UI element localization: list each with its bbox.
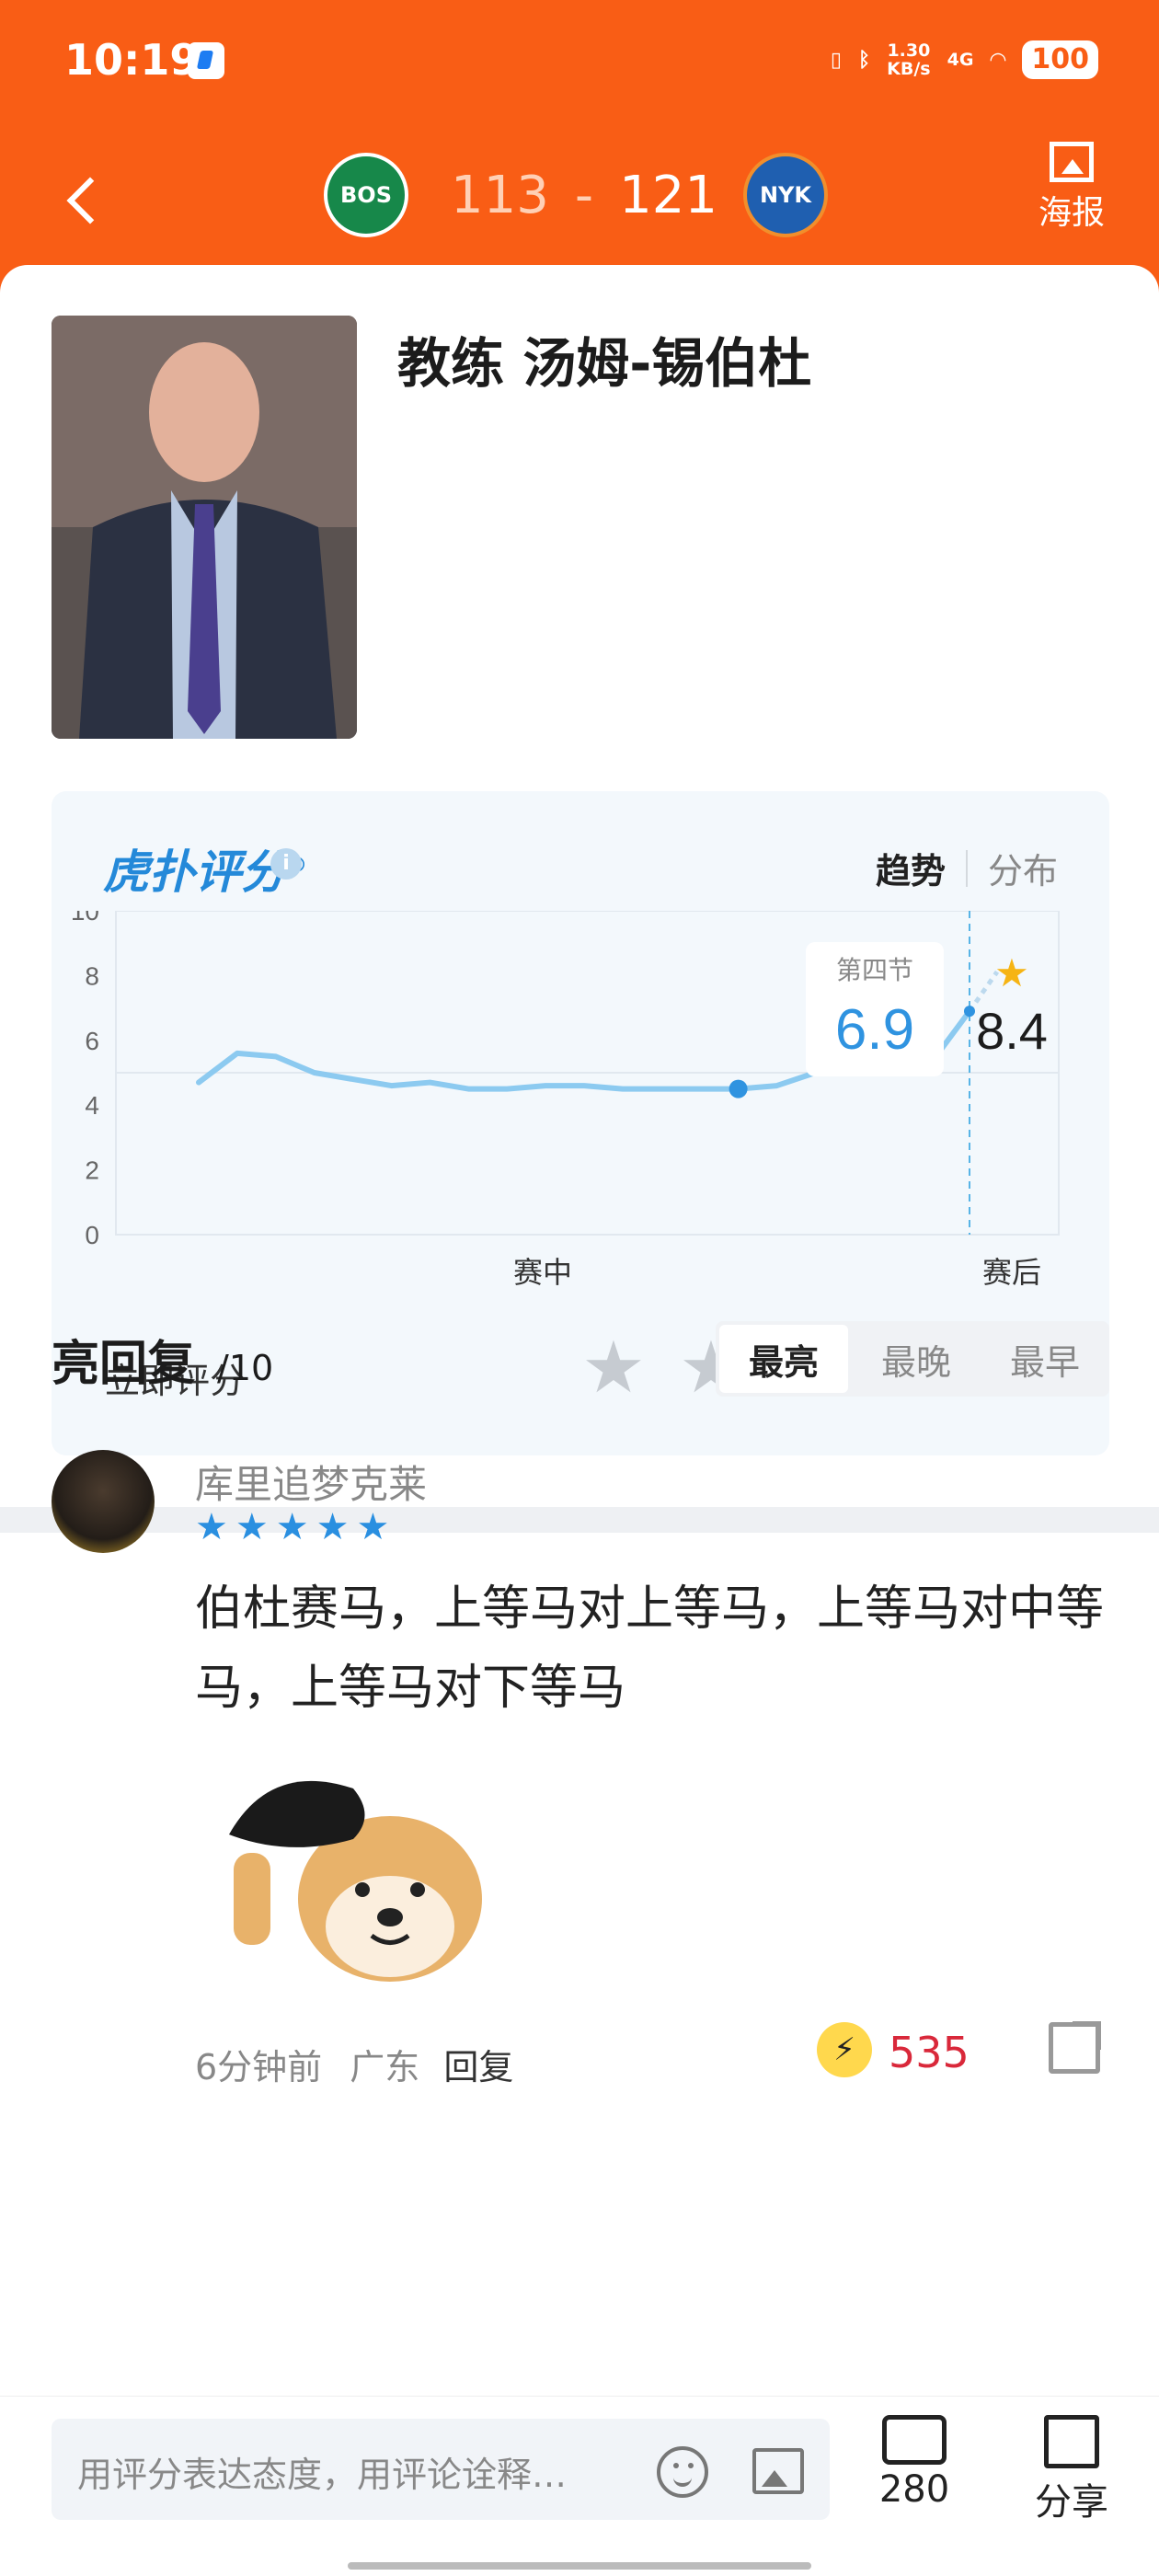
- tooltip-value: 6.9: [835, 998, 914, 1062]
- score-dash: -: [574, 166, 594, 225]
- image-icon[interactable]: [752, 2448, 804, 2494]
- rate-star-1[interactable]: ★: [581, 1332, 646, 1404]
- content-card: 教练 汤姆-锡伯杜 虎扑评分® i 趋势 分布 1086420第四节6.9★8.…: [0, 265, 1159, 2576]
- bluetooth-icon: ᛒ: [857, 48, 871, 72]
- battery-level: 100: [1022, 40, 1098, 79]
- top-bar: 10:19 ▯ ᛒ 1.30 KB/s 4G ◠ 100 BOS 113 - 1…: [0, 0, 1159, 304]
- info-icon[interactable]: i: [270, 848, 302, 880]
- poster-label: 海报: [1038, 194, 1105, 232]
- sort-tab-latest[interactable]: 最晚: [852, 1321, 981, 1397]
- comment-count: 280: [878, 2468, 950, 2511]
- home-indicator: [348, 2562, 811, 2570]
- emoji-icon[interactable]: [657, 2446, 708, 2498]
- coach-photo: [52, 316, 357, 739]
- status-bar: 10:19 ▯ ᛒ 1.30 KB/s 4G ◠ 100: [0, 0, 1159, 120]
- user-star: ★: [275, 1506, 309, 1548]
- sort-tab-brightest[interactable]: 最亮: [719, 1325, 848, 1393]
- home-team-abbr: BOS: [340, 182, 392, 208]
- y-tick-label: 0: [85, 1221, 99, 1249]
- rating-brand-text: 虎扑评分: [103, 845, 287, 899]
- meme-image[interactable]: [215, 1752, 500, 1993]
- y-tick-label: 2: [85, 1156, 99, 1185]
- rating-trend-chart: 10 8 6 4 2 0 第四节 6.9 ★ 8.4 赛中 赛后: [71, 911, 1060, 1290]
- status-icons: ▯ ᛒ 1.30 KB/s 4G ◠ 100: [831, 37, 1098, 83]
- reply-user-stars: ★ ★ ★ ★ ★: [195, 1509, 389, 1546]
- sort-tab-earliest[interactable]: 最早: [981, 1321, 1109, 1397]
- replies-title: 亮回复: [52, 1337, 196, 1392]
- back-icon[interactable]: [55, 166, 120, 230]
- comments-button[interactable]: 280: [868, 2415, 960, 2511]
- signal-label: 4G: [947, 50, 974, 70]
- reply-location: 广东: [350, 2047, 420, 2087]
- share-reply-icon[interactable]: [1049, 2021, 1101, 2074]
- y-tick-label: 6: [85, 1027, 99, 1055]
- home-team-logo[interactable]: BOS: [324, 153, 408, 237]
- y-tick-label: 8: [85, 961, 99, 990]
- x-label-ingame: 赛中: [513, 1255, 572, 1290]
- replies-count: /10: [217, 1348, 274, 1388]
- home-score: 113: [451, 166, 549, 225]
- tab-distribution[interactable]: 分布: [988, 843, 1058, 893]
- app-notification-icon: [188, 42, 224, 79]
- reply-meta: 6分钟前 广东 回复: [195, 2039, 513, 2089]
- user-star: ★: [235, 1506, 269, 1548]
- share-button[interactable]: 分享: [1030, 2415, 1113, 2525]
- rating-tabs: 趋势 分布: [876, 843, 1058, 893]
- net-speed: 1.30 KB/s: [887, 40, 931, 79]
- away-team-abbr: NYK: [759, 182, 812, 208]
- section-divider: [0, 1507, 1159, 1533]
- current-point: [964, 1006, 975, 1018]
- light-bulb-icon[interactable]: ⚡: [817, 2022, 872, 2077]
- reply-time: 6分钟前: [195, 2047, 323, 2087]
- light-count: 535: [889, 2028, 970, 2077]
- avatar[interactable]: [52, 1450, 155, 1553]
- poster-button[interactable]: 海报: [1030, 142, 1113, 243]
- bottom-bar: 用评分表达态度，用评论诠释… 280 分享: [0, 2396, 1159, 2576]
- comment-input[interactable]: 用评分表达态度，用评论诠释…: [52, 2419, 830, 2520]
- wifi-icon: ◠: [990, 48, 1006, 72]
- reply-username[interactable]: 库里追梦克莱: [195, 1454, 427, 1510]
- tab-separator: [965, 849, 968, 887]
- status-time: 10:19: [64, 35, 200, 85]
- user-star: ★: [195, 1506, 228, 1548]
- y-tick-label: 10: [71, 911, 99, 926]
- sort-tabs: 最亮 最晚 最早: [716, 1321, 1109, 1397]
- share-label: 分享: [1035, 2481, 1108, 2524]
- user-star: ★: [316, 1506, 350, 1548]
- tooltip-period: 第四节: [836, 955, 913, 985]
- reply-button[interactable]: 回复: [443, 2047, 513, 2087]
- final-star-icon: ★: [994, 950, 1029, 995]
- away-team-logo[interactable]: NYK: [743, 153, 828, 237]
- game-nav: BOS 113 - 121 NYK 海报: [0, 138, 1159, 258]
- share-icon: [1044, 2415, 1099, 2468]
- tab-trend[interactable]: 趋势: [876, 843, 946, 893]
- away-score: 121: [619, 166, 717, 225]
- x-label-postgame: 赛后: [982, 1255, 1041, 1290]
- final-value: 8.4: [976, 1002, 1048, 1060]
- score: 113 - 121: [451, 166, 717, 225]
- highlight-point: [729, 1079, 748, 1098]
- coach-title: 教练 汤姆-锡伯杜: [397, 332, 812, 395]
- replies-header: 亮回复/10: [52, 1325, 273, 1394]
- user-star: ★: [356, 1506, 390, 1548]
- reply-text: 伯杜赛马，上等马对上等马，上等马对中等马，上等马对下等马: [195, 1581, 1105, 1716]
- comment-icon: [882, 2415, 947, 2465]
- vibrate-icon: ▯: [830, 48, 842, 72]
- y-tick-label: 4: [85, 1091, 99, 1120]
- poster-icon: [1050, 142, 1094, 182]
